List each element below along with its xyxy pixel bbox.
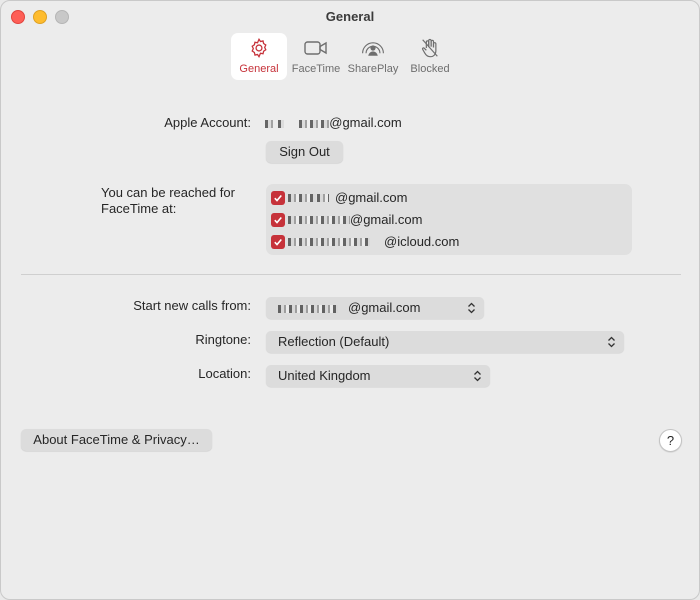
- location-value: United Kingdom: [278, 368, 371, 383]
- redacted-text: [288, 237, 370, 246]
- ringtone-label: Ringtone:: [195, 332, 251, 347]
- ringtone-value: Reflection (Default): [278, 334, 390, 349]
- chevron-up-down-icon: [474, 370, 481, 382]
- reach-label: You can be reached for FaceTime at:: [101, 185, 248, 217]
- start-calls-label: Start new calls from:: [133, 298, 251, 313]
- settings-toolbar: General FaceTime SharePlay Blocked: [231, 33, 459, 80]
- reach-address-suffix: @gmail.com: [350, 212, 423, 227]
- tab-general[interactable]: General: [231, 33, 287, 80]
- reach-address-suffix: @gmail.com: [335, 190, 408, 205]
- apple-account-email-suffix: @gmail.com: [329, 115, 402, 130]
- tab-blocked-label: Blocked: [410, 63, 450, 75]
- start-calls-popup[interactable]: @gmail.com: [266, 297, 484, 319]
- checkmark-icon: [274, 238, 282, 246]
- reach-label-line1: You can be reached for: [101, 185, 235, 200]
- reach-address-suffix: @icloud.com: [384, 234, 460, 249]
- chevron-up-down-icon: [608, 336, 615, 348]
- gear-icon: [251, 37, 267, 59]
- facetime-settings-window: General General FaceTime SharePlay Block…: [0, 0, 700, 600]
- location-label: Location:: [198, 366, 251, 381]
- checkmark-icon: [274, 194, 282, 202]
- window-title: General: [325, 9, 375, 24]
- apple-account-email: @gmail.com: [265, 115, 402, 130]
- tab-shareplay-label: SharePlay: [347, 63, 399, 75]
- tab-blocked[interactable]: Blocked: [402, 33, 458, 80]
- redacted-text: [265, 119, 273, 128]
- redacted-text: [288, 193, 316, 202]
- redacted-text: [317, 193, 329, 202]
- tab-shareplay[interactable]: SharePlay: [345, 33, 401, 80]
- shareplay-icon: [362, 42, 384, 56]
- tab-facetime[interactable]: FaceTime: [288, 33, 344, 80]
- video-camera-icon: [304, 41, 327, 55]
- redacted-text: [288, 215, 350, 224]
- about-privacy-button[interactable]: About FaceTime & Privacy…: [21, 429, 212, 451]
- section-divider: [21, 274, 681, 275]
- apple-account-label: Apple Account:: [164, 115, 251, 130]
- sign-out-button[interactable]: Sign Out: [266, 141, 343, 163]
- redacted-text: [299, 119, 330, 128]
- reach-address-row[interactable]: @gmail.com: [271, 212, 422, 227]
- tab-general-label: General: [239, 63, 279, 75]
- start-calls-value: @gmail.com: [348, 300, 421, 315]
- redacted-text: [278, 304, 338, 313]
- reach-address-row[interactable]: @gmail.com: [271, 190, 407, 205]
- reach-address-checkbox[interactable]: [271, 212, 285, 227]
- raised-hand-icon: [421, 38, 438, 58]
- reach-label-line2: FaceTime at:: [101, 201, 177, 216]
- location-popup[interactable]: United Kingdom: [266, 365, 490, 387]
- ringtone-popup[interactable]: Reflection (Default): [266, 331, 624, 353]
- reach-address-checkbox[interactable]: [271, 190, 285, 205]
- tab-facetime-label: FaceTime: [291, 63, 341, 75]
- checkmark-icon: [274, 216, 282, 224]
- reach-address-checkbox[interactable]: [271, 234, 285, 249]
- help-button[interactable]: ?: [659, 429, 682, 452]
- redacted-text: [277, 119, 284, 128]
- reach-address-row[interactable]: @icloud.com: [271, 234, 459, 249]
- chevron-up-down-icon: [468, 302, 475, 314]
